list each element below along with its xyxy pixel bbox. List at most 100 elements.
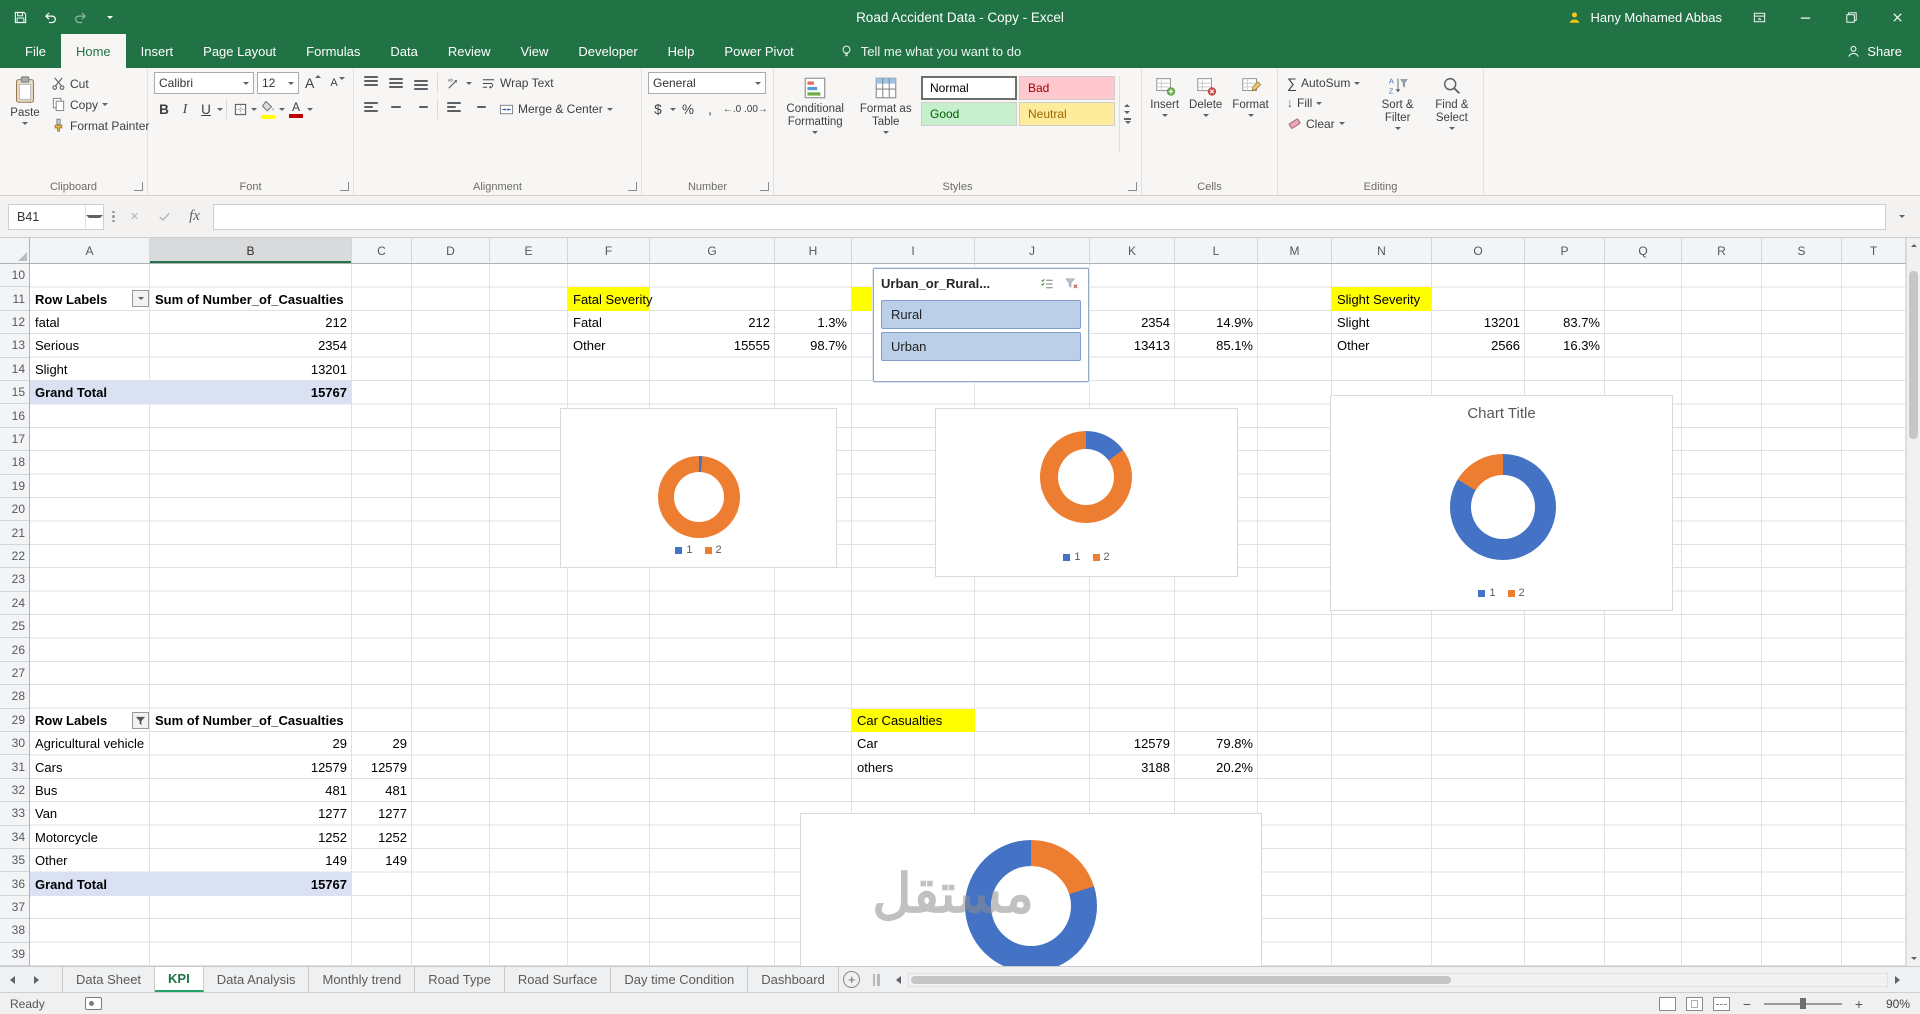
delete-dropdown-arrow[interactable]: [1202, 114, 1209, 118]
insert-dropdown-arrow[interactable]: [1161, 114, 1168, 118]
cell-style-neutral[interactable]: Neutral: [1019, 102, 1115, 126]
fill-color-button[interactable]: [258, 98, 278, 120]
cell-A13[interactable]: Serious: [30, 334, 150, 357]
row-header-29[interactable]: 29: [0, 709, 29, 732]
vscroll-down-button[interactable]: [1907, 951, 1920, 966]
column-header-h[interactable]: H: [775, 238, 852, 263]
row-header-34[interactable]: 34: [0, 826, 29, 849]
cell-B33[interactable]: 1277: [150, 802, 352, 825]
conditional-formatting-dropdown-arrow[interactable]: [812, 131, 819, 135]
find-select-dropdown-arrow[interactable]: [1448, 127, 1455, 131]
window-restore-button[interactable]: [1828, 0, 1874, 34]
format-cells-button[interactable]: Format: [1228, 72, 1272, 120]
cell-P13[interactable]: 16.3%: [1525, 334, 1605, 357]
cell-C33[interactable]: 1277: [352, 802, 412, 825]
cell-N11[interactable]: Slight Severity: [1332, 287, 1432, 311]
formula-input[interactable]: [212, 203, 1886, 230]
ribbon-tab-power-pivot[interactable]: Power Pivot: [709, 34, 808, 68]
row-header-23[interactable]: 23: [0, 568, 29, 592]
name-box-dropdown[interactable]: [85, 204, 103, 229]
new-sheet-button[interactable]: +: [839, 967, 865, 992]
cell-P12[interactable]: 83.7%: [1525, 311, 1605, 334]
ribbon-display-options-button[interactable]: [1736, 0, 1782, 34]
row-header-11[interactable]: 11: [0, 287, 29, 311]
fill-color-dropdown-arrow[interactable]: [279, 107, 285, 111]
column-header-q[interactable]: Q: [1605, 238, 1682, 263]
font-name-select[interactable]: Calibri: [154, 72, 254, 94]
accounting-dropdown-arrow[interactable]: [670, 107, 676, 111]
comma-style-button[interactable]: ,: [700, 98, 720, 120]
column-header-s[interactable]: S: [1762, 238, 1842, 263]
align-right-button[interactable]: [410, 98, 432, 120]
autosum-button[interactable]: ∑ AutoSum: [1284, 74, 1369, 92]
merge-center-button[interactable]: Merge & Center: [496, 100, 616, 119]
decrease-decimal-button[interactable]: .00→: [744, 98, 768, 120]
cell-N13[interactable]: Other: [1332, 334, 1432, 357]
row-header-19[interactable]: 19: [0, 475, 29, 498]
row-header-26[interactable]: 26: [0, 638, 29, 662]
column-header-a[interactable]: A: [30, 238, 150, 263]
vertical-scrollbar[interactable]: [1906, 238, 1920, 966]
sheet-tab-monthly-trend[interactable]: Monthly trend: [309, 967, 416, 992]
cell-C34[interactable]: 1252: [352, 826, 412, 849]
save-button[interactable]: [6, 3, 34, 31]
cell-B32[interactable]: 481: [150, 779, 352, 802]
fill-button[interactable]: ↓ Fill: [1284, 94, 1369, 112]
cell-B15[interactable]: 15767: [150, 381, 352, 405]
delete-cells-button[interactable]: Delete: [1185, 72, 1226, 120]
row-header-38[interactable]: 38: [0, 919, 29, 943]
row-header-12[interactable]: 12: [0, 311, 29, 335]
horizontal-scrollbar[interactable]: [890, 970, 1906, 989]
ribbon-tab-developer[interactable]: Developer: [563, 34, 652, 68]
row-header-16[interactable]: 16: [0, 404, 29, 428]
cell-A11[interactable]: Row Labels: [30, 287, 150, 310]
ribbon-tab-home[interactable]: Home: [60, 34, 126, 68]
column-header-r[interactable]: R: [1682, 238, 1762, 263]
cell-H13[interactable]: 98.7%: [775, 334, 852, 357]
row-header-13[interactable]: 13: [0, 334, 29, 358]
increase-indent-button[interactable]: [468, 98, 490, 120]
row-header-18[interactable]: 18: [0, 451, 29, 475]
cell-O12[interactable]: 13201: [1432, 311, 1525, 334]
slicer-item-urban[interactable]: Urban: [881, 332, 1081, 361]
cell-K12[interactable]: 2354: [1090, 311, 1175, 334]
cell-I30[interactable]: Car: [852, 732, 975, 755]
vscroll-up-button[interactable]: [1907, 238, 1920, 253]
select-all-button[interactable]: [0, 238, 30, 264]
ribbon-tab-insert[interactable]: Insert: [126, 34, 189, 68]
cell-style-bad[interactable]: Bad: [1019, 76, 1115, 100]
vscroll-track[interactable]: [1907, 253, 1920, 951]
cell-A33[interactable]: Van: [30, 802, 150, 825]
view-page-layout-button[interactable]: [1686, 996, 1703, 1011]
ribbon-tab-help[interactable]: Help: [653, 34, 710, 68]
zoom-slider[interactable]: [1764, 998, 1842, 1009]
row-header-14[interactable]: 14: [0, 358, 29, 381]
redo-button[interactable]: [66, 3, 94, 31]
italic-button[interactable]: I: [175, 98, 195, 120]
cell-A29[interactable]: Row Labels: [30, 709, 150, 732]
number-format-select[interactable]: General: [648, 72, 766, 94]
row-header-28[interactable]: 28: [0, 685, 29, 709]
ribbon-tab-review[interactable]: Review: [433, 34, 506, 68]
decrease-font-size-button[interactable]: A: [327, 76, 347, 90]
wrap-text-button[interactable]: Wrap Text: [478, 74, 557, 93]
hscroll-left-button[interactable]: [890, 975, 908, 984]
fill-dropdown-arrow[interactable]: [1316, 101, 1323, 105]
cell-A32[interactable]: Bus: [30, 779, 150, 802]
window-minimize-button[interactable]: [1782, 0, 1828, 34]
align-center-button[interactable]: [385, 98, 407, 120]
cell-B11[interactable]: Sum of Number_of_Casualties: [150, 287, 352, 310]
insert-cells-button[interactable]: Insert: [1146, 72, 1183, 120]
sort-filter-button[interactable]: AZ Sort & Filter: [1373, 72, 1423, 133]
column-header-c[interactable]: C: [352, 238, 412, 263]
row-header-37[interactable]: 37: [0, 896, 29, 920]
cut-button[interactable]: Cut: [48, 74, 152, 93]
sheet-tab-kpi[interactable]: KPI: [155, 967, 204, 992]
column-header-o[interactable]: O: [1432, 238, 1525, 263]
hscroll-right-button[interactable]: [1888, 975, 1906, 984]
column-header-i[interactable]: I: [852, 238, 975, 263]
align-left-button[interactable]: [360, 98, 382, 120]
column-header-n[interactable]: N: [1332, 238, 1432, 263]
copy-dropdown-arrow[interactable]: [102, 103, 109, 106]
cell-L31[interactable]: 20.2%: [1175, 755, 1258, 778]
